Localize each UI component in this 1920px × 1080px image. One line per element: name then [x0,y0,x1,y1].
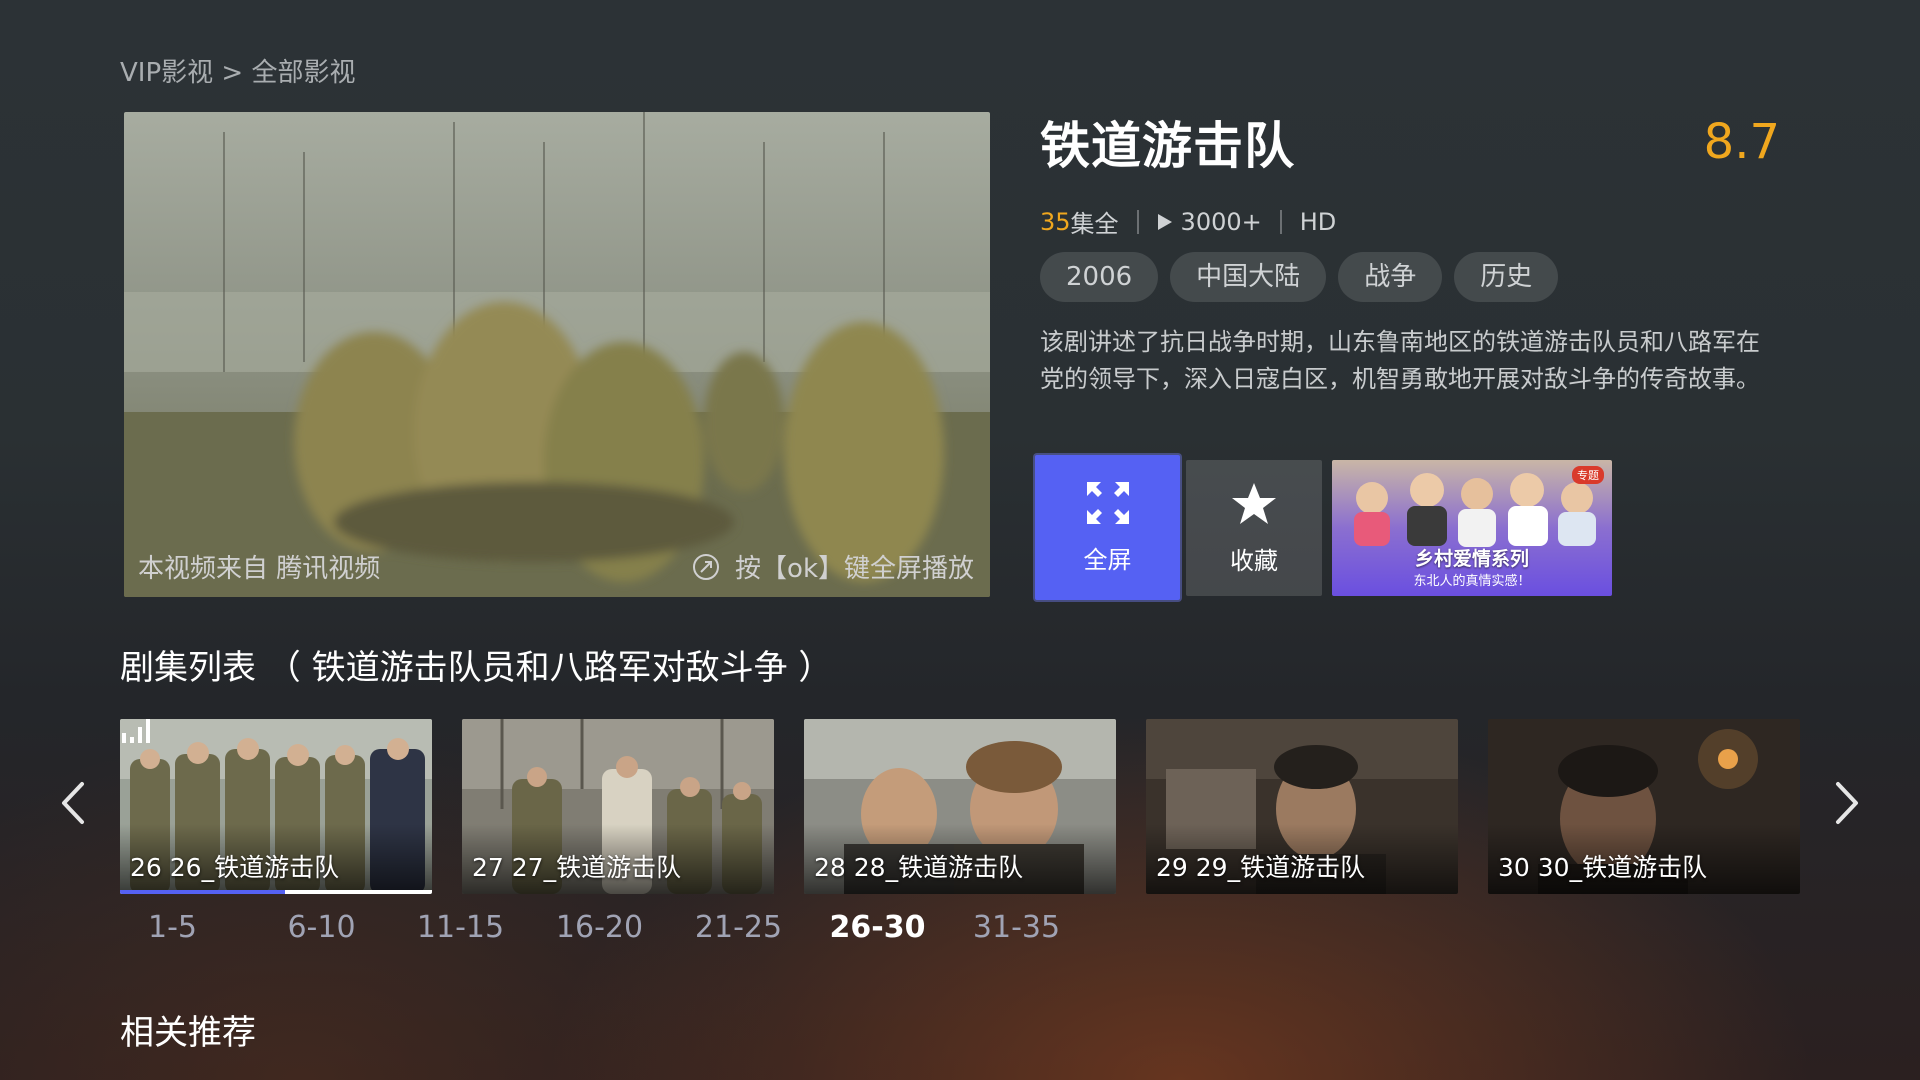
episode-progress-fill [120,890,286,894]
promo-badge: 专题 [1572,466,1604,484]
episode-label: 27 27_铁道游击队 [472,853,682,882]
fullscreen-icon [1086,482,1129,524]
range-tab[interactable]: 16-20 [530,910,669,945]
remote-ok-icon [693,553,720,580]
tag-year: 2006 [1040,252,1159,302]
quality-badge: HD [1299,207,1337,236]
play-count: 3000+ [1180,207,1262,236]
show-title: 铁道游击队 [1040,117,1295,175]
breadcrumb: VIP影视 > 全部影视 [120,58,356,88]
promo-subtitle: 东北人的真情实感！ [1413,574,1531,589]
range-tab[interactable]: 31-35 [947,910,1086,945]
episode-card[interactable]: 26 26_铁道游击队 [120,719,432,894]
range-tab[interactable]: 26-30 [808,910,947,945]
promo-card[interactable]: 专题 乡村爱情系列 东北人的真情实感！ [1332,460,1612,596]
promo-title: 乡村爱情系列 [1414,548,1529,570]
range-tab[interactable]: 21-25 [669,910,808,945]
episode-carousel: 26 26_铁道游击队 27 27_铁道游击队 28 28_铁道游击队 29 2… [120,719,1800,894]
show-description: 该剧讲述了抗日战争时期，山东鲁南地区的铁道游击队员和八路军在党的领导下，深入日寇… [1040,328,1760,393]
episode-progress-bar [120,890,432,894]
episode-card[interactable]: 28 28_铁道游击队 [804,719,1116,894]
favorite-label: 收藏 [1230,546,1278,575]
favorite-button[interactable]: 收藏 [1186,460,1322,596]
episode-range-tabs: 1-5 6-10 11-15 16-20 21-25 26-30 31-35 [120,910,1086,945]
video-source-text: 本视频来自 腾讯视频 [138,554,381,584]
range-tab[interactable]: 1-5 [120,910,252,945]
video-frame [124,112,990,597]
episode-count-suffix: 集全 [1070,210,1119,238]
chevron-right-icon[interactable] [1832,780,1862,826]
episode-card[interactable]: 29 29_铁道游击队 [1146,719,1458,894]
episode-label: 29 29_铁道游击队 [1156,853,1366,882]
fullscreen-label: 全屏 [1083,546,1132,574]
range-tab[interactable]: 11-15 [391,910,530,945]
show-meta: 35 集全 3000+ HD [1040,204,1336,239]
fullscreen-hint: 按【ok】键全屏播放 [693,548,974,585]
tag-list: 2006 中国大陆 战争 历史 [1040,252,1559,302]
episode-count: 35 [1040,207,1071,236]
episode-label: 26 26_铁道游击队 [130,853,340,882]
related-title: 相关推荐 [120,1013,256,1053]
episode-label: 30 30_铁道游击队 [1498,853,1708,882]
tag-region: 中国大陆 [1170,252,1327,302]
fullscreen-hint-text: 按【ok】键全屏播放 [735,554,974,584]
tag-genre: 历史 [1454,252,1559,302]
episode-card[interactable]: 30 30_铁道游击队 [1488,719,1800,894]
play-count-icon [1157,213,1172,230]
chevron-left-icon[interactable] [58,780,88,826]
star-icon [1232,482,1276,524]
meta-divider [1279,209,1282,234]
video-player[interactable]: 本视频来自 腾讯视频 按【ok】键全屏播放 [124,112,990,597]
show-score: 8.7 [1703,114,1780,170]
tag-genre: 战争 [1338,252,1443,302]
episode-card[interactable]: 27 27_铁道游击队 [462,719,774,894]
episode-list-title: 剧集列表 （ 铁道游击队员和八路军对敌斗争 ） [120,648,833,688]
episode-label: 28 28_铁道游击队 [814,853,1024,882]
now-playing-icon [122,719,150,743]
range-tab[interactable]: 6-10 [252,910,391,945]
fullscreen-button[interactable]: 全屏 [1035,455,1180,600]
meta-divider [1136,209,1139,234]
